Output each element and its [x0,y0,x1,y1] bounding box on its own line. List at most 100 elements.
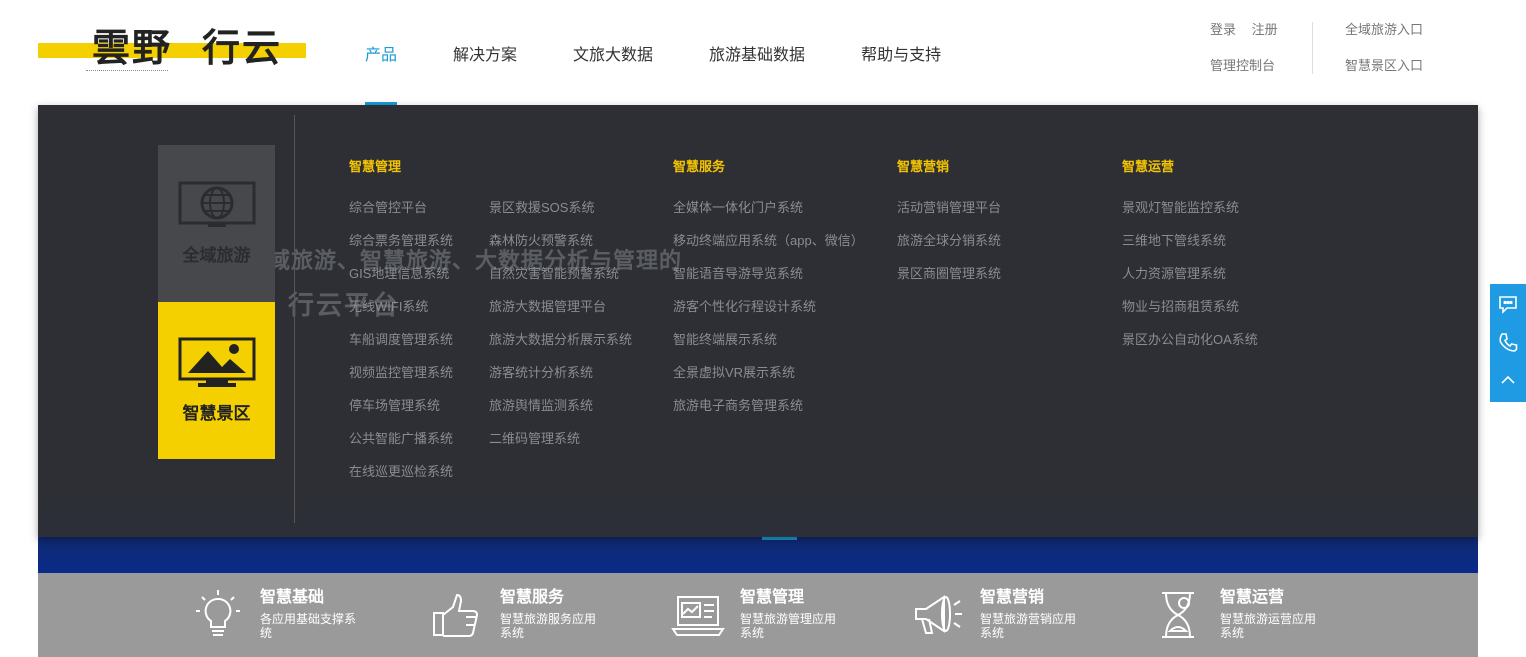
menu-link[interactable]: 自然灾害智能预警系统 [489,264,632,297]
products-dropdown: 域旅游、智慧旅游、大数据分析与管理的 行云平台 全域旅游 智慧景区 智慧管理 综… [38,105,1478,537]
management-links-right: 景区救援SOS系统 森林防火预警系统 自然灾害智能预警系统 旅游大数据管理平台 … [489,198,632,462]
floating-toolbar [1490,284,1526,402]
service-links: 全媒体一体化门户系统 移动终端应用系统（app、微信） 智能语音导游导览系统 游… [673,198,864,429]
register-link[interactable]: 注册 [1252,22,1278,37]
menu-link[interactable]: 人力资源管理系统 [1122,264,1258,297]
nav-item-culture-tourism-data[interactable]: 文旅大数据 [573,0,653,105]
feature-desc: 智慧旅游营销应用系统 [980,612,1077,640]
menu-link[interactable]: 游客个性化行程设计系统 [673,297,864,330]
logo-underline [86,70,168,73]
management-links: 综合管控平台 综合票务管理系统 GIS地理信息系统 无线WIFI系统 车船调度管… [349,198,632,495]
nav-item-products[interactable]: 产品 [365,0,398,105]
menu-link[interactable]: 综合管控平台 [349,198,453,231]
menu-link[interactable]: 无线WIFI系统 [349,297,453,330]
menu-link[interactable]: 景区办公自动化OA系统 [1122,330,1258,363]
menu-link[interactable]: 游客统计分析系统 [489,363,632,396]
side-tab-region-tourism[interactable]: 全域旅游 [158,145,275,302]
feature-title: 智慧营销 [980,589,1045,606]
feature-title: 智慧基础 [260,589,325,606]
login-link[interactable]: 登录 [1210,22,1236,37]
hourglass-icon [1162,592,1194,638]
chat-button[interactable] [1490,286,1526,322]
feature-smart-operation[interactable]: 智慧运营 智慧旅游运营应用系统 [1150,587,1318,643]
console-link[interactable]: 管理控制台 [1210,58,1275,73]
feature-smart-management[interactable]: 智慧管理 智慧旅游管理应用系统 [670,587,838,643]
feature-title: 智慧服务 [500,589,565,606]
menu-link[interactable]: 景区救援SOS系统 [489,198,632,231]
feature-desc: 智慧旅游运营应用系统 [1220,612,1317,640]
thumbs-up-icon [433,593,479,637]
logo-text-a: 雲野 [92,25,173,70]
menu-link[interactable]: 综合票务管理系统 [349,231,453,264]
main-nav: 产品 解决方案 文旅大数据 旅游基础数据 帮助与支持 [365,0,997,105]
site-header: 雲野 行云 产品 解决方案 文旅大数据 旅游基础数据 帮助与支持 登录 注册 管… [0,0,1526,105]
nav-item-help-support[interactable]: 帮助与支持 [861,0,941,105]
landscape-monitor-icon [178,337,255,387]
side-tab-label: 智慧景区 [182,404,251,423]
menu-link[interactable]: 全媒体一体化门户系统 [673,198,864,231]
menu-column-management: 智慧管理 综合管控平台 综合票务管理系统 GIS地理信息系统 无线WIFI系统 … [349,157,632,495]
menu-link[interactable]: 旅游全球分销系统 [897,231,1001,264]
site-logo[interactable]: 雲野 行云 [38,24,306,80]
menu-link[interactable]: 旅游大数据分析展示系统 [489,330,632,363]
menu-link[interactable]: 二维码管理系统 [489,429,632,462]
side-tab-smart-scenic[interactable]: 智慧景区 [158,302,275,459]
scenic-entry-link[interactable]: 智慧景区入口 [1345,56,1423,92]
menu-link[interactable]: 全景虚拟VR展示系统 [673,363,864,396]
phone-icon [1499,333,1518,352]
nav-item-tourism-base-data[interactable]: 旅游基础数据 [709,0,805,105]
user-links: 登录 注册 管理控制台 [1210,20,1290,92]
menu-column-service: 智慧服务 全媒体一体化门户系统 移动终端应用系统（app、微信） 智能语音导游导… [673,157,864,429]
scroll-top-button[interactable] [1490,362,1526,398]
marketing-links: 活动营销管理平台 旅游全球分销系统 景区商圈管理系统 [897,198,1001,297]
feature-desc: 智慧旅游服务应用系统 [500,612,597,640]
menu-link[interactable]: 智能语音导游导览系统 [673,264,864,297]
megaphone-icon [915,595,962,634]
feature-desc: 智慧旅游管理应用系统 [740,612,837,640]
nav-item-solutions[interactable]: 解决方案 [453,0,517,105]
menu-link[interactable]: 三维地下管线系统 [1122,231,1258,264]
phone-button[interactable] [1490,324,1526,360]
menu-divider [294,115,295,523]
scroll-top-icon [1501,375,1515,384]
laptop-chart-icon [671,596,725,636]
logo-text-b: 行云 [202,25,283,70]
menu-link[interactable]: 旅游大数据管理平台 [489,297,632,330]
menu-link[interactable]: 移动终端应用系统（app、微信） [673,231,864,264]
menu-link[interactable]: 旅游电子商务管理系统 [673,396,864,429]
entry-links: 全域旅游入口 智慧景区入口 [1345,20,1423,92]
column-title: 智慧营销 [897,159,950,174]
header-divider [1312,22,1313,74]
menu-link[interactable]: 智能终端展示系统 [673,330,864,363]
feature-smart-service[interactable]: 智慧服务 智慧旅游服务应用系统 [430,587,598,643]
menu-column-operation: 智慧运营 景观灯智能监控系统 三维地下管线系统 人力资源管理系统 物业与招商租赁… [1122,157,1258,363]
menu-link[interactable]: 视频监控管理系统 [349,363,453,396]
menu-link[interactable]: 活动营销管理平台 [897,198,1001,231]
menu-link[interactable]: 景观灯智能监控系统 [1122,198,1258,231]
menu-link[interactable]: 在线巡更巡检系统 [349,462,453,495]
menu-link[interactable]: 森林防火预警系统 [489,231,632,264]
menu-link[interactable]: 景区商圈管理系统 [897,264,1001,297]
operation-links: 景观灯智能监控系统 三维地下管线系统 人力资源管理系统 物业与招商租赁系统 景区… [1122,198,1258,363]
column-title: 智慧运营 [1122,159,1175,174]
feature-bar: 智慧基础 各应用基础支撑系统 智慧服务 智慧旅游服务应用系统 智慧管理 智慧旅游… [38,573,1478,657]
chat-icon [1499,296,1517,314]
column-title: 智慧管理 [349,159,402,174]
feature-desc: 各应用基础支撑系统 [260,612,357,640]
menu-link[interactable]: GIS地理信息系统 [349,264,453,297]
menu-column-marketing: 智慧营销 活动营销管理平台 旅游全球分销系统 景区商圈管理系统 [897,157,1001,297]
lightbulb-icon [196,590,240,636]
feature-smart-marketing[interactable]: 智慧营销 智慧旅游营销应用系统 [910,587,1078,643]
feature-smart-base[interactable]: 智慧基础 各应用基础支撑系统 [190,587,358,643]
region-entry-link[interactable]: 全域旅游入口 [1345,20,1423,56]
menu-link[interactable]: 停车场管理系统 [349,396,453,429]
menu-link[interactable]: 车船调度管理系统 [349,330,453,363]
globe-monitor-icon [178,181,255,227]
menu-link[interactable]: 公共智能广播系统 [349,429,453,462]
menu-link[interactable]: 旅游舆情监测系统 [489,396,632,429]
feature-title: 智慧管理 [740,589,805,606]
feature-title: 智慧运营 [1220,589,1285,606]
side-tab-label: 全域旅游 [182,246,251,265]
menu-link[interactable]: 物业与招商租赁系统 [1122,297,1258,330]
column-title: 智慧服务 [673,159,726,174]
